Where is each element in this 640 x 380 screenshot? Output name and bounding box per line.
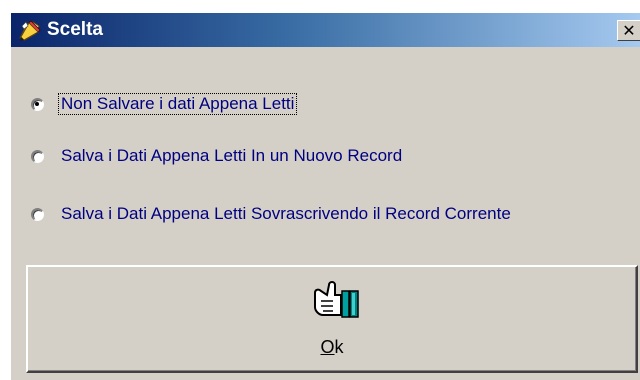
edit-pencil-icon — [15, 16, 45, 44]
close-icon: ✕ — [622, 20, 636, 40]
option-label-do-not-save: Non Salvare i dati Appena Letti — [57, 93, 298, 115]
choice-dialog: Scelta ✕ Non Salvare i dati Appena Letti… — [10, 12, 640, 380]
option-overwrite-record[interactable]: Salva i Dati Appena Letti Sovrascrivendo… — [31, 202, 513, 226]
option-label-overwrite-record: Salva i Dati Appena Letti Sovrascrivendo… — [61, 204, 511, 223]
ok-mnemonic: O — [320, 337, 335, 357]
ok-label-rest: k — [334, 337, 344, 357]
option-do-not-save[interactable]: Non Salvare i dati Appena Letti — [31, 92, 298, 116]
radio-overwrite-record[interactable] — [31, 207, 44, 221]
title-bar[interactable]: Scelta ✕ — [11, 13, 640, 47]
radio-save-new-record[interactable] — [31, 149, 44, 163]
thumbs-up-icon — [311, 279, 361, 321]
radio-do-not-save[interactable] — [31, 97, 44, 111]
dialog-title: Scelta — [47, 19, 103, 40]
option-label-save-new-record: Salva i Dati Appena Letti In un Nuovo Re… — [61, 146, 403, 165]
close-button[interactable]: ✕ — [617, 20, 640, 41]
ok-button[interactable]: Ok — [26, 265, 638, 373]
option-save-new-record[interactable]: Salva i Dati Appena Letti In un Nuovo Re… — [31, 144, 404, 168]
ok-button-label: Ok — [28, 337, 636, 358]
